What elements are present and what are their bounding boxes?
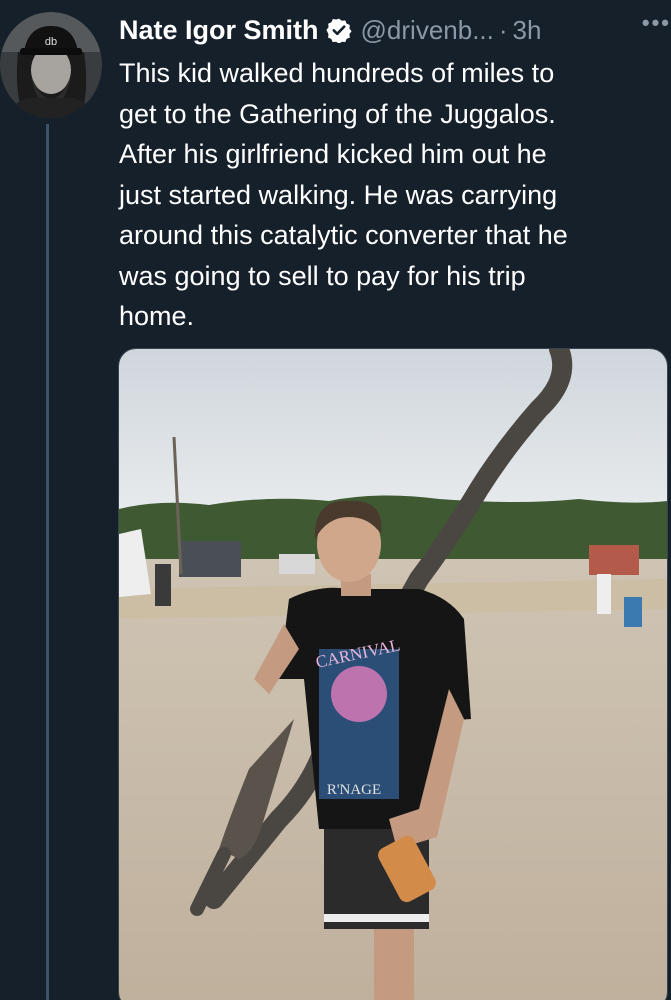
- tweet[interactable]: db Nate Igor Smith @drivenb... · 3h ••• …: [0, 0, 671, 1000]
- tweet-header: Nate Igor Smith @drivenb... · 3h: [119, 10, 669, 50]
- user-avatar-icon: db: [0, 12, 102, 118]
- thread-line: [46, 124, 49, 1000]
- author-avatar[interactable]: db: [0, 12, 102, 118]
- author-handle[interactable]: @drivenb...: [361, 15, 494, 46]
- author-display-name[interactable]: Nate Igor Smith: [119, 15, 319, 46]
- tweet-photo[interactable]: CARNIVAL R'NAGE: [118, 348, 668, 1000]
- header-separator: ·: [498, 14, 508, 45]
- tweet-text: This kid walked hundreds of miles to get…: [119, 58, 568, 331]
- verified-badge-icon: [325, 17, 352, 44]
- more-options-icon[interactable]: •••: [642, 10, 671, 36]
- shirt-text-bottom: R'NAGE: [327, 782, 381, 798]
- photo-image: CARNIVAL R'NAGE: [119, 349, 667, 1000]
- svg-text:db: db: [45, 36, 57, 48]
- tweet-timestamp[interactable]: 3h: [513, 15, 542, 46]
